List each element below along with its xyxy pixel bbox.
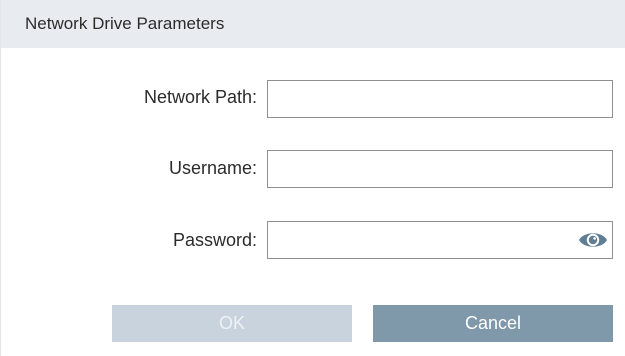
show-password-button[interactable] bbox=[574, 222, 612, 258]
dialog-title: Network Drive Parameters bbox=[25, 14, 225, 33]
cancel-button[interactable]: Cancel bbox=[373, 305, 613, 342]
network-drive-dialog: Network Drive Parameters Network Path: U… bbox=[0, 0, 625, 356]
password-input[interactable] bbox=[267, 221, 613, 259]
username-input[interactable] bbox=[267, 150, 613, 188]
network-path-label: Network Path: bbox=[143, 87, 257, 107]
password-field-group bbox=[267, 221, 613, 259]
eye-icon bbox=[579, 233, 607, 247]
dialog-titlebar: Network Drive Parameters bbox=[1, 0, 625, 48]
password-label: Password: bbox=[172, 230, 257, 250]
network-path-input[interactable] bbox=[267, 80, 613, 118]
ok-button[interactable]: OK bbox=[112, 305, 352, 342]
username-label: Username: bbox=[168, 158, 257, 178]
